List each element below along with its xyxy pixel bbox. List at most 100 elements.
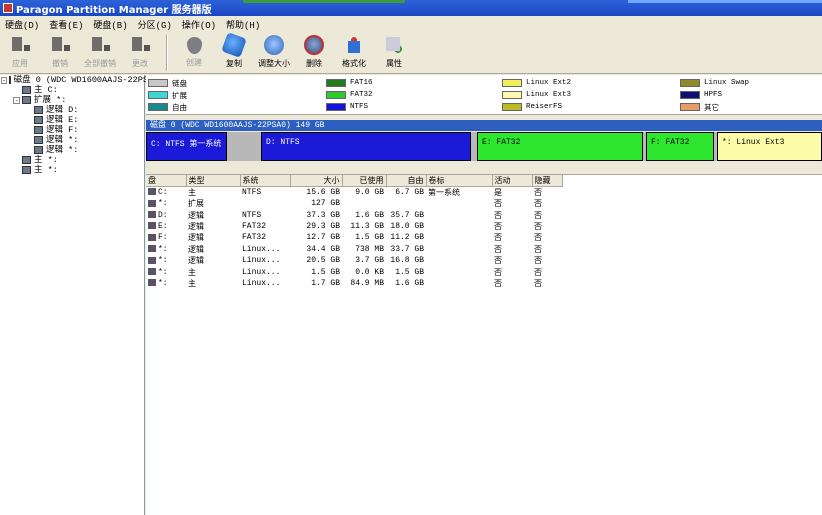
table-cell: 主 [186,187,240,198]
cell-text: *: [158,199,168,209]
toolbar-button[interactable]: 撤销 [40,35,80,69]
tree-node[interactable]: - 扩展 *: [0,95,144,105]
toolbar-button[interactable]: 创建 [174,35,214,68]
menu-item[interactable]: 分区(G) [133,18,177,31]
toolbar-button[interactable]: 调整大小 [254,35,294,69]
toolbar-button[interactable]: 更改 [120,35,160,69]
table-row[interactable]: *: 逻辑 Linux... 34.4 GB 738 MB 33.7 GB 否 否 [146,244,562,255]
cell-text: 逻辑 [188,234,204,244]
toolbar-button[interactable]: 属性 [374,35,414,69]
table-cell [426,232,492,243]
cell-text: 否 [534,268,542,278]
cell-text: 否 [534,222,542,232]
cell-text: Linux... [242,256,281,266]
table-cell: 1.5 GB [290,266,342,277]
menu-item[interactable]: 帮助(H) [221,18,265,31]
table-row[interactable]: *: 扩展 127 GB 否 否 [146,198,562,209]
table-row[interactable]: F: 逻辑 FAT32 12.7 GB 1.5 GB 11.2 GB 否 否 [146,232,562,243]
partition-segment[interactable]: E: FAT32 [477,132,643,161]
disk-icon [34,106,43,114]
table-cell: *: [146,266,186,277]
column-header[interactable]: 盘 [146,175,187,187]
table-cell [426,198,492,209]
table-cell: 否 [532,221,562,232]
toolbar-button-label: 应用 [12,59,28,68]
table-row[interactable]: D: 逻辑 NTFS 37.3 GB 1.6 GB 35.7 GB 否 否 [146,209,562,221]
tree-node[interactable]: 主 *: [0,155,144,165]
table-cell: 3.7 GB [342,255,386,266]
cell-text: D: [158,210,168,220]
column-header[interactable]: 卷标 [426,175,493,187]
disk-icon [34,136,43,144]
cell-text: 否 [494,279,502,289]
table-cell [426,221,492,232]
legend-swatch [680,79,700,87]
table-cell: 逻辑 [186,209,240,221]
tree-node[interactable]: 逻辑 *: [0,135,144,145]
tree-node[interactable]: 逻辑 F: [0,125,144,135]
table-cell: NTFS [240,209,290,220]
table-cell: Linux... [240,244,290,255]
expander-icon[interactable]: - [13,96,20,104]
table-cell: 逻辑 [186,221,240,232]
cell-text: 主 [188,189,196,198]
column-header[interactable]: 类型 [186,175,241,187]
cell-text: *: [158,244,168,254]
partition-segment[interactable]: D: NTFS [261,132,471,161]
table-row[interactable]: C: 主 NTFS 15.6 GB 9.0 GB 6.7 GB 第一系统 是 否 [146,187,562,198]
menu-item[interactable]: 硬盘(B) [88,18,132,31]
legend-label: Linux Ext2 [526,79,572,87]
table-row[interactable]: *: 主 Linux... 1.5 GB 0.0 KB 1.5 GB 否 否 [146,266,562,278]
copy-icon [221,32,247,58]
toolbar-button[interactable]: 应用 [0,35,40,69]
menu-item[interactable]: 硬盘(D) [0,18,44,31]
disk-header[interactable]: 磁盘 0 (WDC WD1600AAJS-22PSA0) 149 GB [146,120,822,131]
cell-text: 3.7 GB [355,256,384,266]
toolbar-button[interactable]: 格式化 [334,35,374,69]
disk-icon [34,116,43,124]
toolbar-button[interactable]: 全部撤销 [80,35,120,69]
partition-segment[interactable]: C: NTFS 第一系统 [146,132,227,161]
column-header[interactable]: 活动 [492,175,533,187]
tree-node[interactable]: 主 *: [0,165,144,175]
cell-text: 1.6 GB [355,210,384,220]
column-header[interactable]: 系统 [240,175,291,187]
expander-icon[interactable]: - [1,76,7,84]
cell-text: FAT32 [242,233,267,243]
tree-node[interactable]: - 磁盘 0 (WDC WD1600AAJS-22PS [0,75,148,85]
undo-icon [50,35,70,55]
partition-segment[interactable]: *: Linux Ext3 [717,132,822,161]
legend-item: Linux Swap [680,78,749,88]
cell-text: Linux... [242,278,281,288]
toolbar-button[interactable]: 删除 [294,35,334,69]
table-row[interactable]: *: 主 Linux... 1.7 GB 84.9 MB 1.6 GB 否 否 [146,278,562,289]
toolbar-button[interactable]: 复制 [214,32,254,69]
table-cell: 否 [492,255,532,266]
disk-tree[interactable]: - 磁盘 0 (WDC WD1600AAJS-22PS 主 C: - 扩展 *: 逻辑 D… [0,75,148,515]
column-header[interactable]: 大小 [290,175,343,187]
cell-text: 1.5 GB [311,267,340,277]
tree-node[interactable]: 主 C: [0,85,144,95]
column-header[interactable]: 自由 [386,175,427,187]
menu-item[interactable]: 查看(E) [44,18,88,31]
cell-text: 34.4 GB [306,244,340,254]
undo-all-icon [90,35,110,55]
cell-text: 9.0 GB [355,188,384,197]
app-icon [3,3,13,13]
table-cell: 主 [186,278,240,289]
table-cell: 扩展 [186,198,240,209]
tree-node[interactable]: 逻辑 E: [0,115,144,125]
table-row[interactable]: *: 逻辑 Linux... 20.5 GB 3.7 GB 16.8 GB 否 否 [146,255,562,266]
tree-node[interactable]: 逻辑 D: [0,105,144,115]
table-row[interactable]: E: 逻辑 FAT32 29.3 GB 11.3 GB 18.0 GB 否 否 [146,221,562,232]
partition-segment[interactable]: F: FAT32 [646,132,714,161]
column-header[interactable]: 已使用 [342,175,387,187]
partition-icon [148,267,156,275]
cell-text: FAT32 [242,221,267,231]
table-cell: 否 [532,232,562,243]
table-cell: 0.0 KB [342,266,386,277]
tree-node[interactable]: 逻辑 *: [0,145,144,155]
column-header[interactable]: 隐藏 [532,175,563,187]
window-title: Paragon Partition Manager 服务器版 [16,4,212,16]
menu-item[interactable]: 操作(O) [177,18,221,31]
